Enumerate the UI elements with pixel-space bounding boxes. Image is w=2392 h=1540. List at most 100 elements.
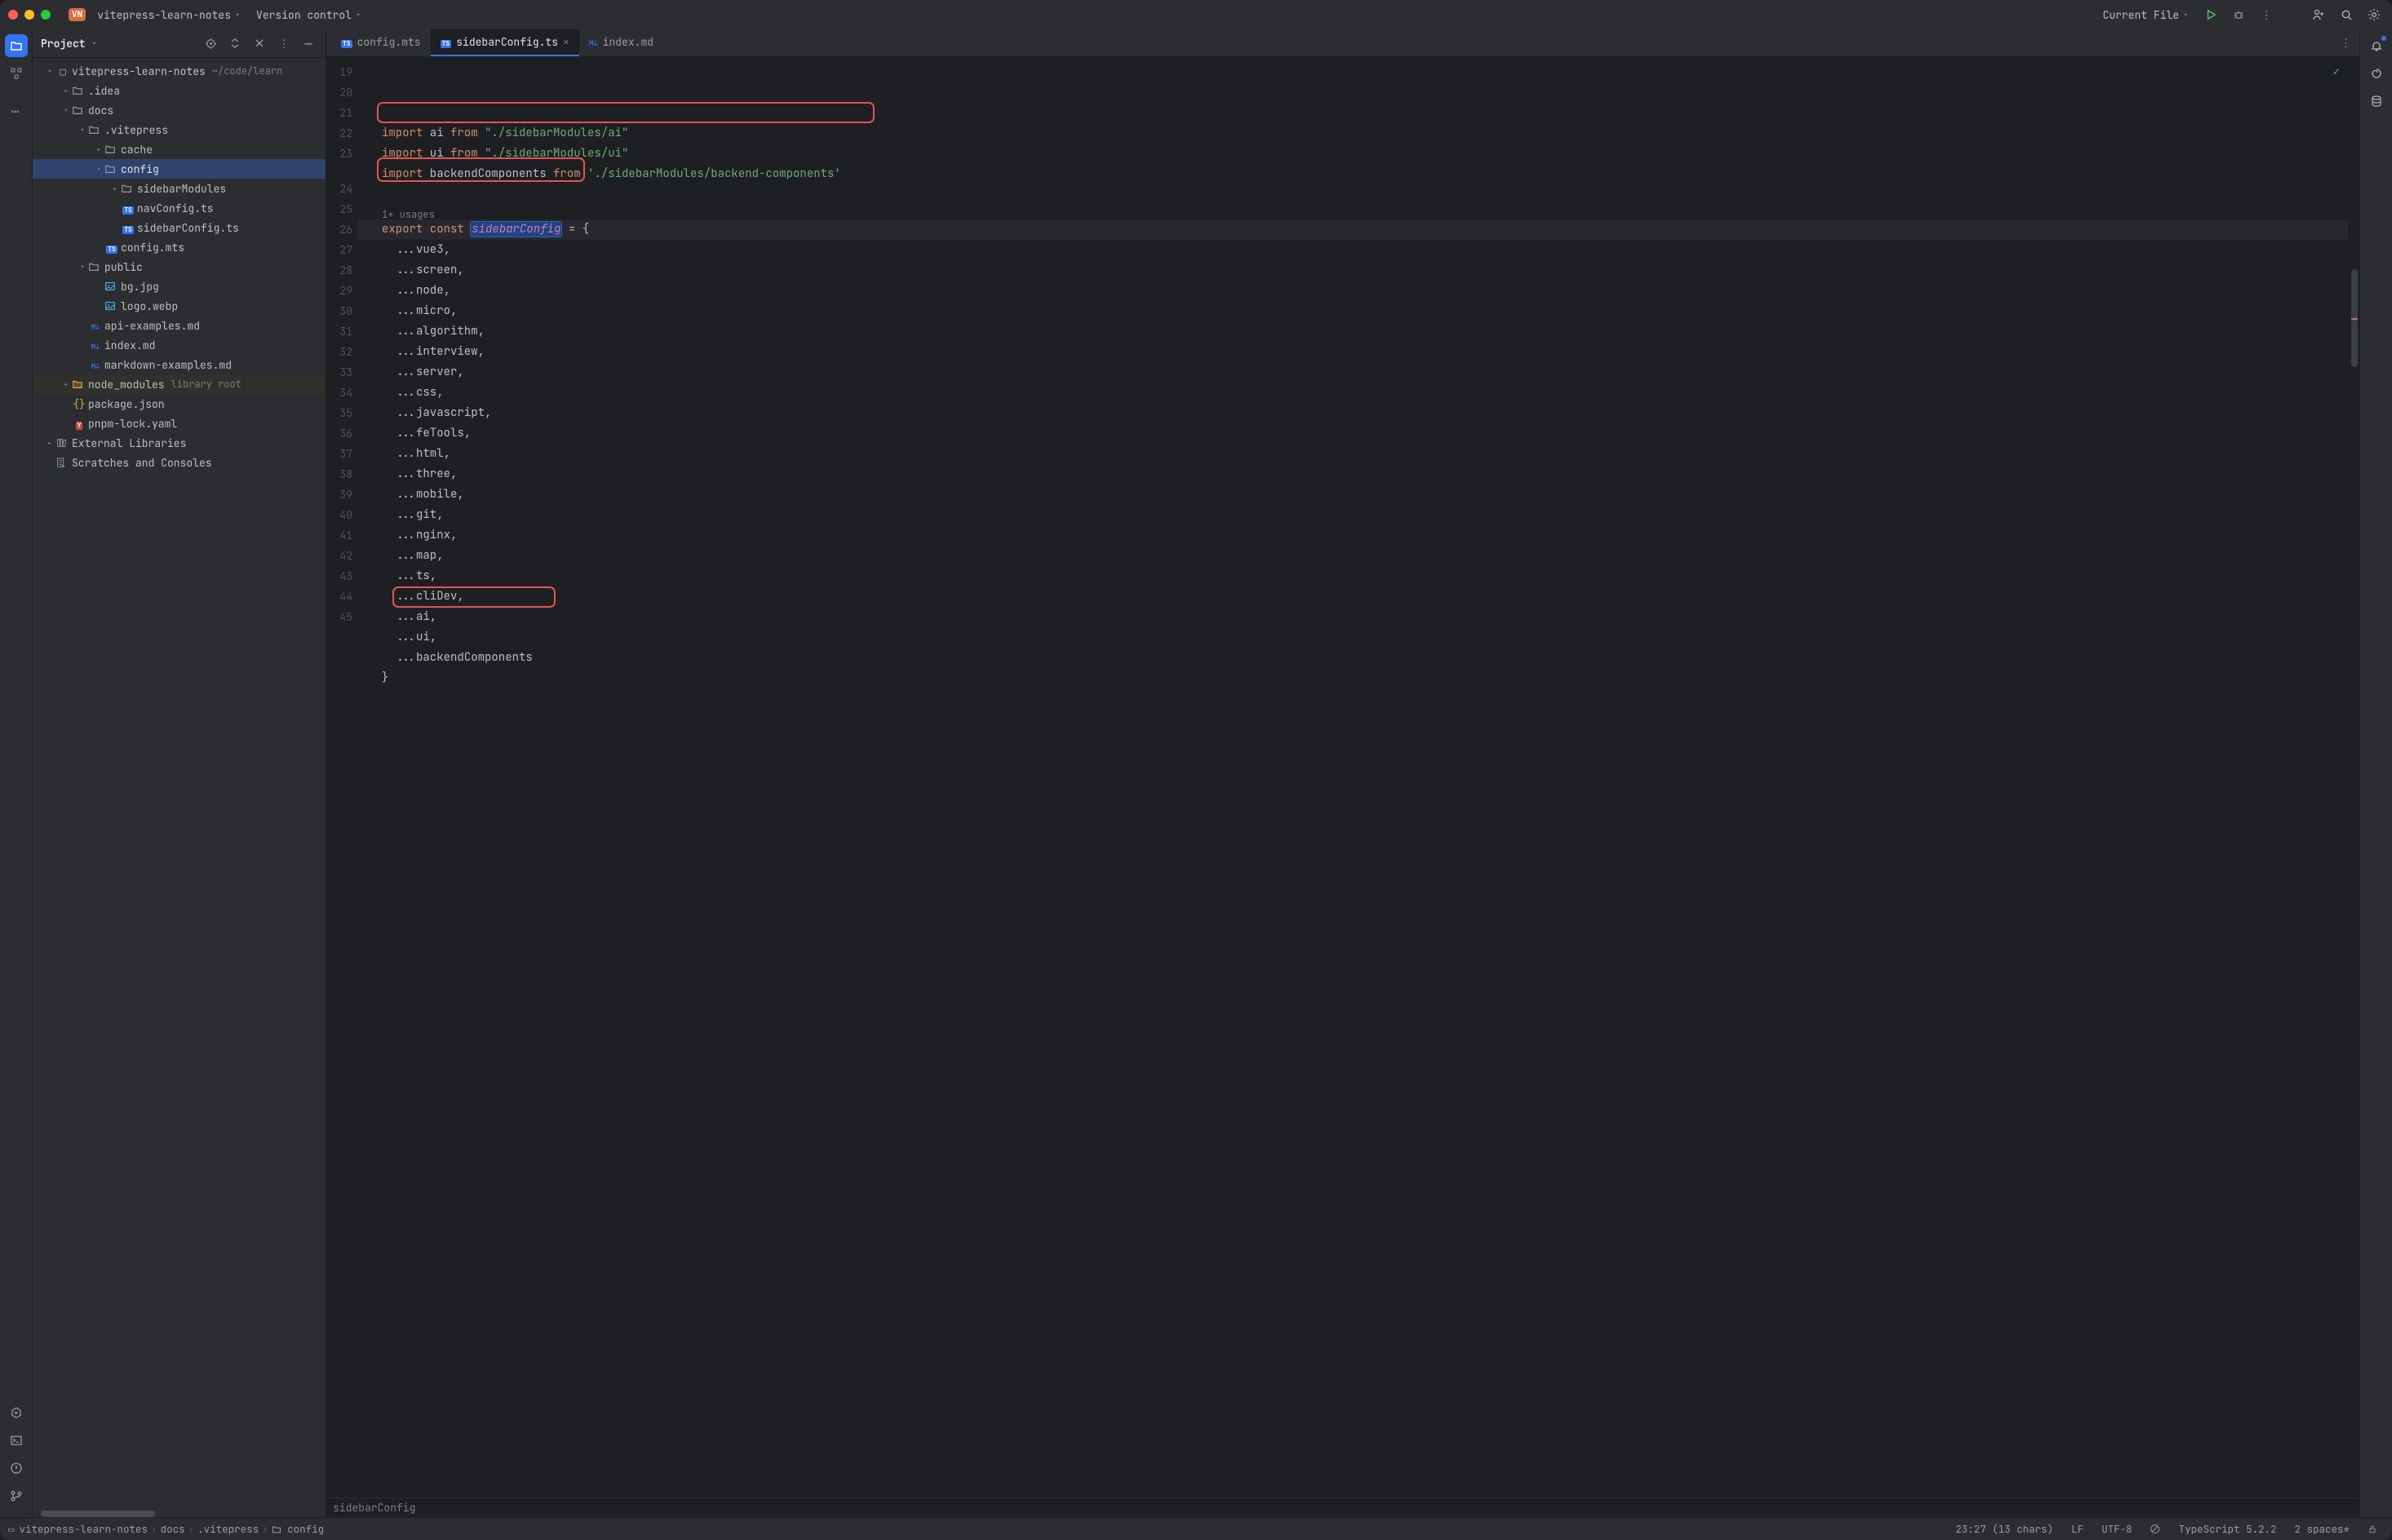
close-window-button[interactable] [8, 10, 18, 20]
editor-error-stripe[interactable] [2348, 57, 2359, 1498]
tab-options-button[interactable]: ⋮ [2332, 36, 2359, 50]
breadcrumb-item[interactable]: sidebarConfig [333, 1501, 415, 1515]
tree-item-config-mts[interactable]: TSconfig.mts [33, 237, 326, 257]
tree-item-scratches-and-consoles[interactable]: Scratches and Consoles [33, 453, 326, 472]
run-button[interactable] [2201, 5, 2221, 24]
language-service[interactable]: TypeScript 5.2.2 [2172, 1522, 2283, 1536]
tree-item--vitepress[interactable]: ▾.vitepress [33, 120, 326, 139]
code-line-22[interactable] [357, 184, 2348, 205]
code-line-35[interactable]: ...three, [357, 464, 2348, 485]
tree-item-bg-jpg[interactable]: bg.jpg [33, 277, 326, 296]
tree-item-cache[interactable]: ▸cache [33, 139, 326, 159]
structure-tool-button[interactable] [5, 62, 28, 85]
problems-tool-button[interactable] [5, 1457, 28, 1480]
code-line-32[interactable]: ...javascript, [357, 403, 2348, 423]
project-tree[interactable]: ▾▢vitepress-learn-notes~/code/learn▸.ide… [33, 58, 326, 1511]
code-line-27[interactable]: ...micro, [357, 301, 2348, 321]
project-tool-button[interactable] [5, 34, 28, 57]
code-line-33[interactable]: ...feTools, [357, 423, 2348, 444]
code-area[interactable]: ✓ import ai from "./sidebarModules/ai"im… [357, 57, 2348, 1498]
terminal-tool-button[interactable] [5, 1429, 28, 1452]
run-tool-button[interactable] [5, 1401, 28, 1424]
panel-options-button[interactable]: ⋮ [275, 34, 293, 52]
error-stripe-mark[interactable] [2351, 318, 2358, 320]
tree-item-node-modules[interactable]: ▸node_moduleslibrary root [33, 374, 326, 394]
code-line-20[interactable]: import ui from "./sidebarModules/ui" [357, 144, 2348, 164]
search-everywhere-button[interactable] [2337, 5, 2356, 24]
close-tab-icon[interactable]: × [563, 35, 569, 49]
minimize-window-button[interactable] [24, 10, 34, 20]
scrollbar-thumb[interactable] [41, 1511, 155, 1517]
code-line-19[interactable]: import ai from "./sidebarModules/ai" [357, 123, 2348, 144]
code-line-34[interactable]: ...html, [357, 444, 2348, 464]
file-encoding[interactable]: UTF-8 [2095, 1522, 2139, 1536]
code-line-28[interactable]: ...algorithm, [357, 321, 2348, 342]
inspections-ok-icon[interactable]: ✓ [2333, 62, 2340, 82]
tree-item-api-examples-md[interactable]: M↓api-examples.md [33, 316, 326, 335]
settings-button[interactable] [2364, 5, 2384, 24]
code-line-21[interactable]: import backendComponents from './sidebar… [357, 164, 2348, 184]
code-line-38[interactable]: ...nginx, [357, 525, 2348, 546]
code-line-23[interactable]: export const sidebarConfig = { [357, 219, 2348, 240]
status-crumb[interactable]: .vitepress [197, 1522, 259, 1536]
tree-item-external-libraries[interactable]: ▸External Libraries [33, 433, 326, 453]
editor-tab-config-mts[interactable]: TSconfig.mts [331, 29, 431, 56]
tree-item-config[interactable]: ▾config [33, 159, 326, 179]
code-with-me-button[interactable] [2309, 5, 2328, 24]
more-tools-button[interactable]: ⋯ [11, 103, 21, 120]
run-config-dropdown[interactable]: Current File ▾ [2097, 5, 2193, 25]
tree-item-sidebarconfig-ts[interactable]: TSsidebarConfig.ts [33, 218, 326, 237]
code-line-25[interactable]: ...screen, [357, 260, 2348, 281]
line-separator[interactable]: LF [2065, 1522, 2090, 1536]
expand-collapse-button[interactable] [226, 34, 244, 52]
tree-item-pnpm-lock-yaml[interactable]: Ypnpm-lock.yaml [33, 414, 326, 433]
ai-assistant-button[interactable] [2365, 62, 2388, 85]
status-crumb[interactable]: docs [161, 1522, 185, 1536]
tree-arrow-icon[interactable]: ▸ [109, 184, 121, 194]
status-crumb[interactable]: config [272, 1522, 325, 1536]
code-line-39[interactable]: ...map, [357, 546, 2348, 566]
cursor-position[interactable]: 23:27 (13 chars) [1949, 1522, 2060, 1536]
code-line-36[interactable]: ...mobile, [357, 485, 2348, 505]
tree-arrow-icon[interactable]: ▸ [60, 379, 72, 390]
tree-item--idea[interactable]: ▸.idea [33, 81, 326, 100]
code-line-43[interactable]: ...ui, [357, 627, 2348, 648]
tree-item-vitepress-learn-notes[interactable]: ▾▢vitepress-learn-notes~/code/learn [33, 61, 326, 81]
more-actions-button[interactable]: ⋮ [2257, 5, 2276, 24]
code-line-45[interactable]: } [357, 668, 2348, 688]
debug-button[interactable] [2229, 5, 2248, 24]
code-line-30[interactable]: ...server, [357, 362, 2348, 383]
tree-arrow-icon[interactable]: ▾ [44, 66, 55, 77]
tree-arrow-icon[interactable]: ▸ [93, 144, 104, 155]
tree-arrow-icon[interactable]: ▸ [44, 438, 55, 449]
tree-item-markdown-examples-md[interactable]: M↓markdown-examples.md [33, 355, 326, 374]
indent-settings[interactable]: 2 spaces* [2288, 1522, 2356, 1536]
code-line-24[interactable]: ...vue3, [357, 240, 2348, 260]
tree-arrow-icon[interactable]: ▾ [93, 164, 104, 175]
tree-item-package-json[interactable]: {}package.json [33, 394, 326, 414]
notifications-button[interactable] [2365, 34, 2388, 57]
code-line-31[interactable]: ...css, [357, 383, 2348, 403]
maximize-window-button[interactable] [41, 10, 51, 20]
code-line-40[interactable]: ...ts, [357, 566, 2348, 586]
tree-arrow-icon[interactable]: ▾ [77, 262, 88, 272]
vcs-tool-button[interactable] [5, 1485, 28, 1507]
code-line-41[interactable]: ...cliDev, [357, 586, 2348, 607]
code-line-42[interactable]: ...ai, [357, 607, 2348, 627]
minimize-panel-button[interactable]: — [299, 34, 317, 52]
code-line-37[interactable]: ...git, [357, 505, 2348, 525]
tree-item-navconfig-ts[interactable]: TSnavConfig.ts [33, 198, 326, 218]
vcs-dropdown[interactable]: Version control ▾ [251, 5, 365, 25]
editor-tab-sidebarconfig-ts[interactable]: TSsidebarConfig.ts× [431, 29, 579, 56]
hide-panel-button[interactable] [250, 34, 268, 52]
project-dropdown[interactable]: vitepress-learn-notes ▾ [92, 5, 245, 25]
lock-indicator[interactable] [2361, 1525, 2384, 1534]
code-line-29[interactable]: ...interview, [357, 342, 2348, 362]
tree-item-sidebarmodules[interactable]: ▸sidebarModules [33, 179, 326, 198]
tree-item-docs[interactable]: ▾docs [33, 100, 326, 120]
editor-tab-index-md[interactable]: M↓index.md [579, 29, 663, 56]
tree-arrow-icon[interactable]: ▾ [77, 125, 88, 135]
editor-breadcrumb[interactable]: sidebarConfig [326, 1498, 2359, 1517]
code-line-44[interactable]: ...backendComponents [357, 648, 2348, 668]
readonly-toggle[interactable] [2143, 1524, 2167, 1534]
